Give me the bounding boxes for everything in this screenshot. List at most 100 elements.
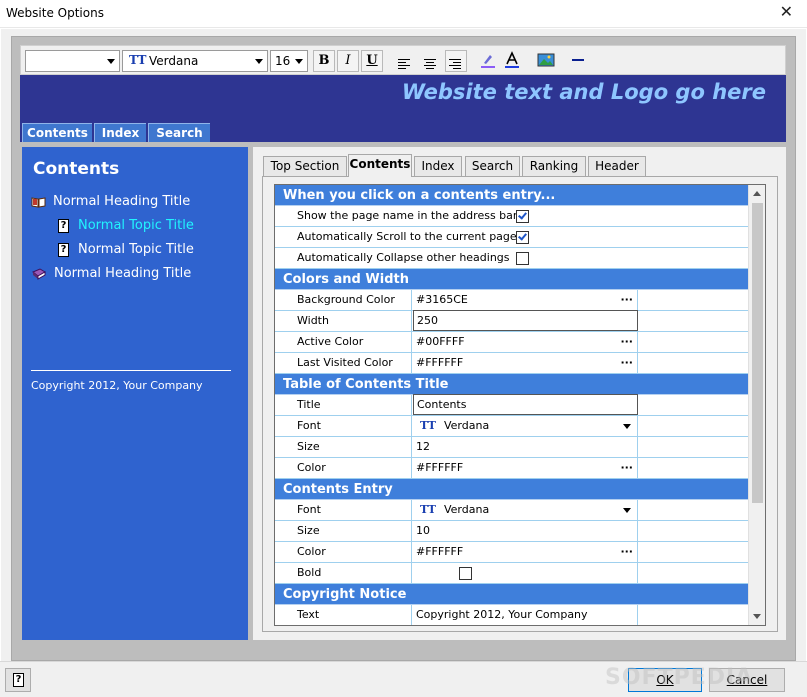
property-row: Show the page name in the address bar (275, 206, 749, 227)
property-grid: When you click on a contents entry... Sh… (274, 184, 766, 626)
font-color-icon (505, 51, 519, 68)
bold-checkbox[interactable] (459, 567, 472, 580)
align-center-button[interactable] (419, 50, 441, 72)
property-row: Color #FFFFFF ··· (275, 542, 749, 563)
nav-tab-search[interactable]: Search (148, 123, 210, 142)
help-page-icon: ? (58, 243, 69, 257)
background-color-label: Background Color (275, 290, 412, 310)
horizontal-line-icon (572, 59, 584, 61)
title-input[interactable]: Contents (413, 394, 638, 415)
underline-button[interactable]: U (361, 50, 383, 72)
toc-font-select[interactable]: TT Verdana (413, 416, 638, 436)
tree-item-topic-active[interactable]: Normal Topic Title (78, 218, 194, 233)
highlight-button[interactable] (477, 50, 499, 72)
scroll-up-icon[interactable] (753, 191, 761, 196)
nav-tab-contents[interactable]: Contents (22, 123, 92, 142)
tab-top-section[interactable]: Top Section (263, 156, 347, 176)
copyright-input[interactable]: Copyright 2012, Your Company (413, 605, 638, 625)
width-input[interactable]: 250 (413, 310, 638, 331)
toc-color-value: #FFFFFF (416, 461, 464, 474)
tab-index[interactable]: Index (414, 156, 462, 176)
property-row: Size 10 (275, 521, 749, 542)
font-color-button[interactable] (501, 50, 523, 72)
format-toolbar: TT Verdana 16 B I U (20, 45, 786, 75)
background-color-field[interactable]: #3165CE ··· (413, 290, 638, 310)
tab-search[interactable]: Search (465, 156, 520, 176)
title-label: Title (275, 395, 412, 415)
help-button[interactable]: ? (5, 668, 31, 692)
chevron-down-icon (295, 59, 303, 64)
section-contents-entry: Contents Entry (275, 479, 749, 500)
close-icon[interactable]: ✕ (780, 2, 793, 21)
ellipsis-button[interactable]: ··· (620, 542, 633, 562)
entry-color-field[interactable]: #FFFFFF ··· (413, 542, 638, 562)
font-label: Font (275, 500, 412, 520)
text-label: Text (275, 605, 412, 625)
align-right-icon (449, 59, 463, 71)
ellipsis-button[interactable]: ··· (620, 332, 633, 352)
font-combo[interactable]: TT Verdana (122, 50, 268, 72)
italic-button[interactable]: I (337, 50, 359, 72)
auto-scroll-checkbox[interactable] (516, 231, 529, 244)
font-value: Verdana (149, 54, 199, 68)
tab-header[interactable]: Header (588, 156, 646, 176)
tree-item-heading-1[interactable]: Normal Heading Title (53, 194, 190, 209)
copyright-text: Copyright 2012, Your Company (31, 379, 203, 392)
active-color-label: Active Color (275, 332, 412, 352)
background-color-value: #3165CE (416, 293, 468, 306)
tree-item-heading-2[interactable]: Normal Heading Title (54, 266, 191, 281)
property-row: Font TT Verdana (275, 416, 749, 437)
chevron-down-icon (255, 59, 263, 64)
property-row: Automatically Scroll to the current page (275, 227, 749, 248)
tab-ranking[interactable]: Ranking (522, 156, 586, 176)
entry-font-value: Verdana (443, 503, 490, 516)
insert-image-button[interactable] (535, 50, 557, 72)
property-row: Background Color #3165CE ··· (275, 290, 749, 311)
active-color-field[interactable]: #00FFFF ··· (413, 332, 638, 352)
align-left-icon (398, 59, 412, 71)
horizontal-rule-button[interactable] (567, 50, 589, 72)
style-combo[interactable] (25, 50, 120, 72)
align-right-button[interactable] (445, 50, 467, 72)
ellipsis-button[interactable]: ··· (620, 290, 633, 310)
entry-color-value: #FFFFFF (416, 545, 464, 558)
toc-color-field[interactable]: #FFFFFF ··· (413, 458, 638, 478)
last-visited-color-value: #FFFFFF (416, 356, 464, 369)
property-row: Text Copyright 2012, Your Company (275, 605, 749, 625)
tab-contents[interactable]: Contents (348, 154, 412, 177)
font-icon: TT (420, 419, 436, 432)
toc-size-input[interactable]: 12 (413, 437, 638, 457)
show-page-name-checkbox[interactable] (516, 210, 529, 223)
entry-font-select[interactable]: TT Verdana (413, 500, 638, 520)
property-row: Bold (275, 563, 749, 584)
property-row: Last Visited Color #FFFFFF ··· (275, 353, 749, 374)
entry-size-input[interactable]: 10 (413, 521, 638, 541)
property-row: Width 250 (275, 310, 749, 332)
size-combo[interactable]: 16 (270, 50, 308, 72)
align-left-button[interactable] (393, 50, 415, 72)
property-row: Automatically Collapse other headings (275, 248, 749, 269)
scroll-down-icon[interactable] (753, 614, 761, 619)
last-visited-color-field[interactable]: #FFFFFF ··· (413, 353, 638, 373)
contents-heading: Contents (33, 159, 120, 179)
bold-label: Bold (275, 563, 412, 583)
color-label: Color (275, 542, 412, 562)
check-icon (518, 231, 527, 241)
help-icon: ? (13, 673, 24, 687)
check-icon (518, 210, 527, 220)
tree-item-topic-2[interactable]: Normal Topic Title (78, 242, 194, 257)
vertical-scrollbar[interactable] (748, 185, 765, 625)
bold-button[interactable]: B (313, 50, 335, 72)
auto-collapse-checkbox[interactable] (516, 252, 529, 265)
divider (31, 370, 231, 371)
scroll-thumb[interactable] (752, 203, 763, 503)
auto-scroll-label: Automatically Scroll to the current page (297, 230, 517, 243)
window-title: Website Options (6, 6, 104, 20)
help-page-icon: ? (58, 219, 69, 233)
ellipsis-button[interactable]: ··· (620, 458, 633, 478)
nav-tab-index[interactable]: Index (94, 123, 146, 142)
font-icon: TT (129, 53, 147, 67)
auto-collapse-label: Automatically Collapse other headings (297, 251, 510, 264)
ellipsis-button[interactable]: ··· (620, 353, 633, 373)
banner-text: Website text and Logo go here (401, 80, 766, 104)
